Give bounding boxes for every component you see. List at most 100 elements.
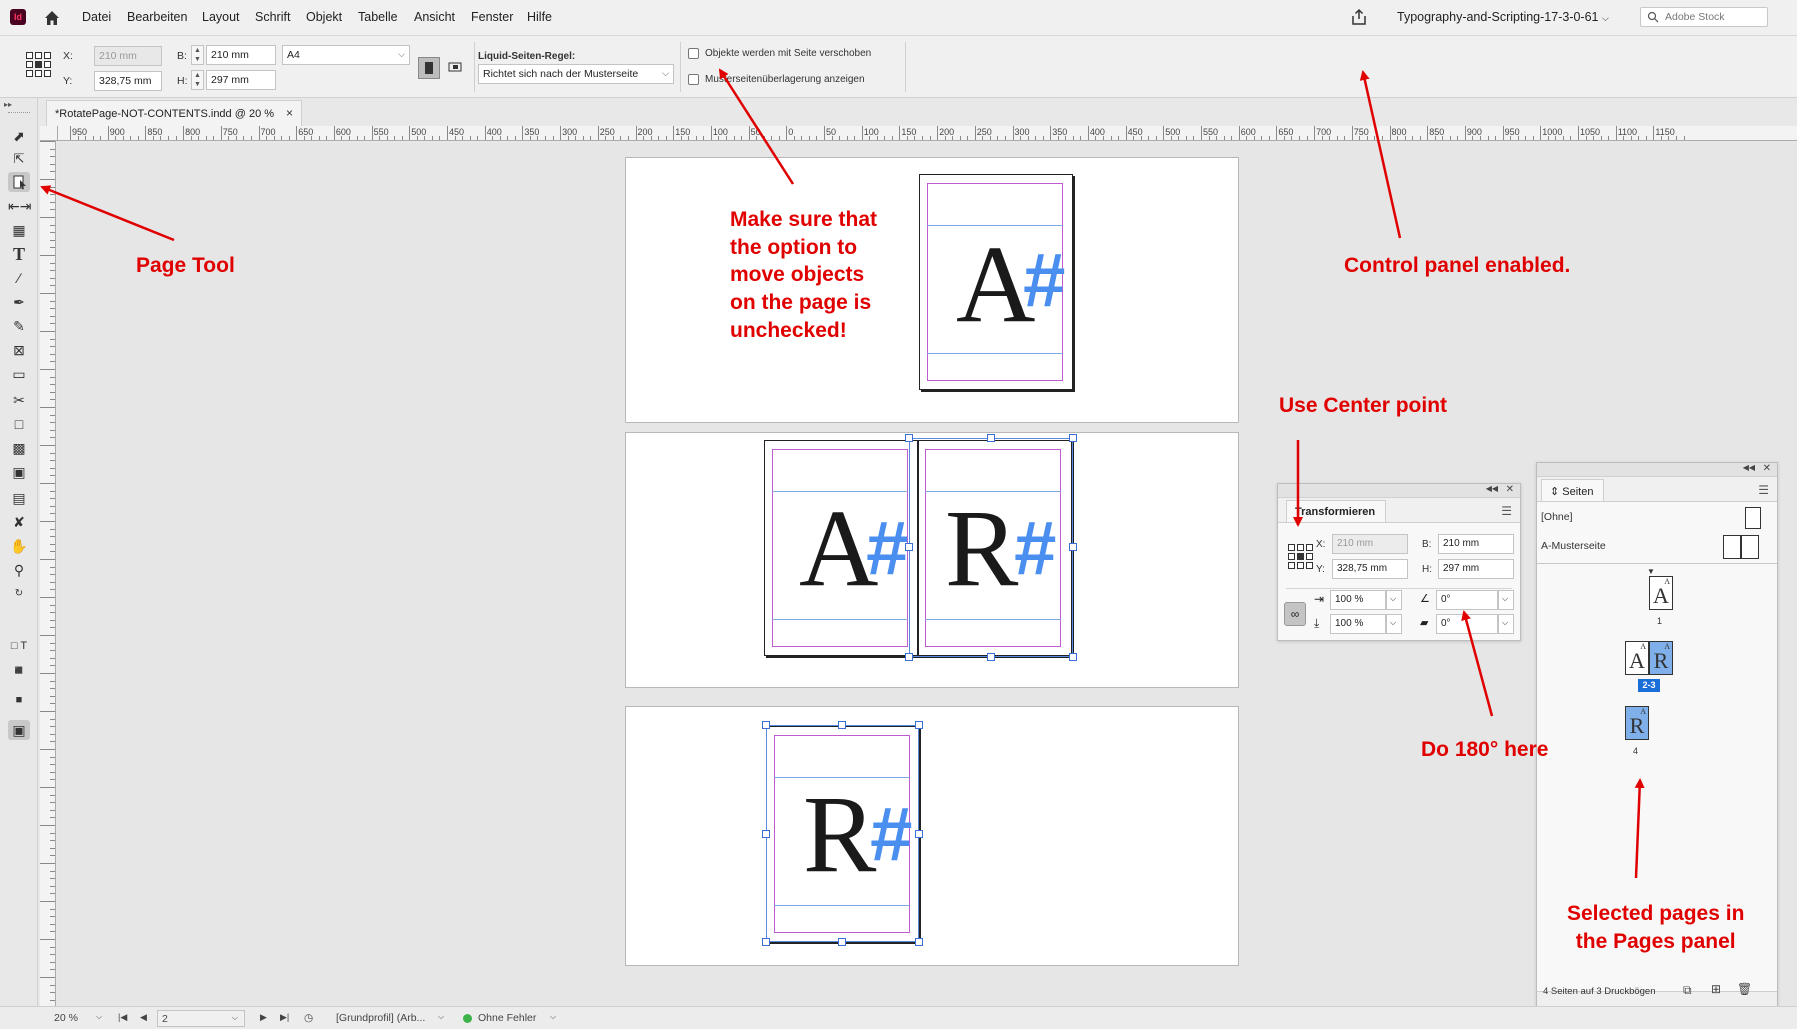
menu-hilfe[interactable]: Hilfe — [527, 10, 552, 24]
pencil-tool-icon[interactable]: ✎ — [8, 316, 30, 336]
a-master-right-thumbnail[interactable] — [1741, 535, 1759, 559]
chevron-down-icon[interactable]: ⌵ — [1386, 590, 1402, 610]
menu-objekt[interactable]: Objekt — [306, 10, 342, 24]
selection-handle[interactable] — [1069, 543, 1077, 551]
tab-transform[interactable]: Transformieren — [1286, 500, 1387, 522]
selection-handle[interactable] — [1069, 653, 1077, 661]
page-4-thumbnail[interactable]: R A — [1625, 706, 1649, 740]
selection-handle[interactable] — [762, 721, 770, 729]
selection-handle[interactable] — [987, 653, 995, 661]
home-icon[interactable] — [42, 8, 62, 28]
none-master-thumbnail[interactable] — [1745, 507, 1761, 529]
chevron-down-icon[interactable]: ⌵ — [1498, 590, 1514, 610]
constrain-proportions-link-icon[interactable]: ∞ — [1284, 602, 1306, 626]
hand-tool-icon[interactable]: ✋ — [8, 536, 30, 556]
collapse-icon[interactable]: ◀◀ — [1743, 463, 1755, 472]
selection-handle[interactable] — [905, 543, 913, 551]
menu-layout[interactable]: Layout — [202, 10, 240, 24]
page-2-thumbnail[interactable]: A A — [1625, 641, 1649, 675]
menu-datei[interactable]: Datei — [82, 10, 111, 24]
scale-x-field[interactable]: 100 % — [1330, 590, 1386, 610]
zoom-level[interactable]: 20 % — [54, 1012, 78, 1024]
selection-handle[interactable] — [905, 434, 913, 442]
scale-y-field[interactable]: 100 % — [1330, 614, 1386, 634]
delete-page-icon[interactable]: 🗑 — [1737, 982, 1752, 996]
chevron-down-icon[interactable]: ⌵ — [96, 1012, 102, 1022]
x-field[interactable]: 210 mm — [94, 46, 162, 66]
menu-schrift[interactable]: Schrift — [255, 10, 290, 24]
page-tool-icon[interactable] — [8, 172, 30, 192]
reference-point-grid[interactable] — [1288, 544, 1314, 570]
type-tool-icon[interactable]: T — [8, 244, 30, 264]
portrait-orientation-button[interactable] — [418, 57, 440, 79]
content-collector-tool-icon[interactable]: ▦ — [8, 220, 30, 240]
selection-tool-icon[interactable]: ⬈ — [8, 126, 30, 146]
rectangle-frame-tool-icon[interactable]: ⊠ — [8, 340, 30, 360]
selection-handle[interactable] — [762, 938, 770, 946]
menu-ansicht[interactable]: Ansicht — [414, 10, 455, 24]
reference-point-grid[interactable] — [26, 52, 52, 78]
free-transform-tool-icon[interactable]: □ — [8, 414, 30, 434]
document-tab[interactable]: *RotatePage-NOT-CONTENTS.indd @ 20 % × — [46, 100, 302, 126]
eyedropper-tool-icon[interactable]: ✘ — [8, 512, 30, 532]
selection-handle[interactable] — [915, 830, 923, 838]
page-2[interactable]: A # — [764, 440, 918, 656]
selection-handle[interactable] — [762, 830, 770, 838]
gap-tool-icon[interactable]: ⇤⇥ — [8, 196, 31, 216]
zoom-tool-icon[interactable]: ⚲ — [8, 560, 30, 580]
document-switcher[interactable]: Typography-and-Scripting-17-3-0-61 ⌵ — [1397, 10, 1609, 24]
edit-page-size-icon[interactable]: ⧉ — [1683, 983, 1692, 998]
first-page-icon[interactable]: |◀ — [118, 1012, 127, 1023]
preflight-profile[interactable]: [Grundprofil] (Arb... — [336, 1012, 425, 1024]
page-3-thumbnail[interactable]: R A — [1649, 641, 1673, 675]
liquid-page-rule-select[interactable]: Richtet sich nach der Musterseite ⌵ — [478, 64, 674, 84]
height-field[interactable]: 297 mm — [1438, 559, 1514, 579]
menu-fenster[interactable]: Fenster — [471, 10, 513, 24]
close-icon[interactable]: × — [286, 106, 293, 120]
selection-handle[interactable] — [915, 721, 923, 729]
y-field[interactable]: 328,75 mm — [1332, 559, 1408, 579]
gradient-swatch-tool-icon[interactable]: ▩ — [8, 438, 30, 458]
collapse-panel-icon[interactable]: ▸▸ — [4, 100, 12, 109]
chevron-down-icon[interactable]: ⌵ — [550, 1012, 556, 1022]
screen-mode-icon[interactable]: ▣ — [8, 720, 30, 740]
panel-title-bar[interactable]: ◀◀ ✕ — [1537, 463, 1777, 477]
share-icon[interactable] — [1350, 8, 1368, 26]
selection-handle[interactable] — [987, 434, 995, 442]
swap-fill-stroke-icon[interactable]: ↻ — [8, 584, 30, 604]
open-in-new-window-icon[interactable]: ◷ — [304, 1012, 313, 1024]
menu-bearbeiten[interactable]: Bearbeiten — [127, 10, 187, 24]
panel-menu-icon[interactable]: ☰ — [1501, 504, 1512, 518]
apply-color-icon[interactable]: ■ — [8, 690, 30, 710]
width-field[interactable]: 210 mm — [1438, 534, 1514, 554]
menu-tabelle[interactable]: Tabelle — [358, 10, 398, 24]
next-page-icon[interactable]: ▶ — [260, 1012, 267, 1023]
a-master-label[interactable]: A-Musterseite — [1541, 540, 1606, 552]
adobe-stock-search-input[interactable]: Adobe Stock — [1640, 7, 1768, 27]
height-field[interactable]: 297 mm — [206, 70, 276, 90]
selection-handle[interactable] — [905, 653, 913, 661]
y-field[interactable]: 328,75 mm — [94, 71, 162, 91]
spread-2-3-label[interactable]: 2-3 — [1638, 679, 1660, 692]
panel-menu-icon[interactable]: ☰ — [1758, 483, 1769, 497]
last-page-icon[interactable]: ▶| — [280, 1012, 289, 1023]
line-tool-icon[interactable]: ∕ — [8, 268, 30, 288]
ruler-origin[interactable] — [40, 126, 58, 141]
selection-handle[interactable] — [838, 938, 846, 946]
a-master-left-thumbnail[interactable] — [1723, 535, 1741, 559]
show-master-overlay-checkbox[interactable] — [688, 74, 699, 85]
tab-pages[interactable]: ⇕ Seiten — [1541, 479, 1605, 501]
page-1[interactable]: A # — [919, 174, 1073, 390]
chevron-down-icon[interactable]: ⌵ — [1386, 614, 1402, 634]
none-master-label[interactable]: [Ohne] — [1541, 511, 1573, 523]
scissors-tool-icon[interactable]: ✂ — [8, 390, 30, 410]
x-field[interactable]: 210 mm — [1332, 534, 1408, 554]
fill-stroke-icon[interactable]: ◾ — [8, 660, 30, 680]
height-stepper[interactable]: ▲ ▼ — [191, 70, 204, 90]
rotate-angle-field[interactable]: 0° — [1436, 590, 1498, 610]
chevron-down-icon[interactable]: ⌵ — [438, 1012, 444, 1022]
formatting-affects-container-icon[interactable]: □ T — [8, 636, 30, 656]
vertical-ruler[interactable] — [40, 141, 56, 1006]
close-icon[interactable]: ✕ — [1506, 484, 1514, 495]
shear-angle-field[interactable]: 0° — [1436, 614, 1498, 634]
